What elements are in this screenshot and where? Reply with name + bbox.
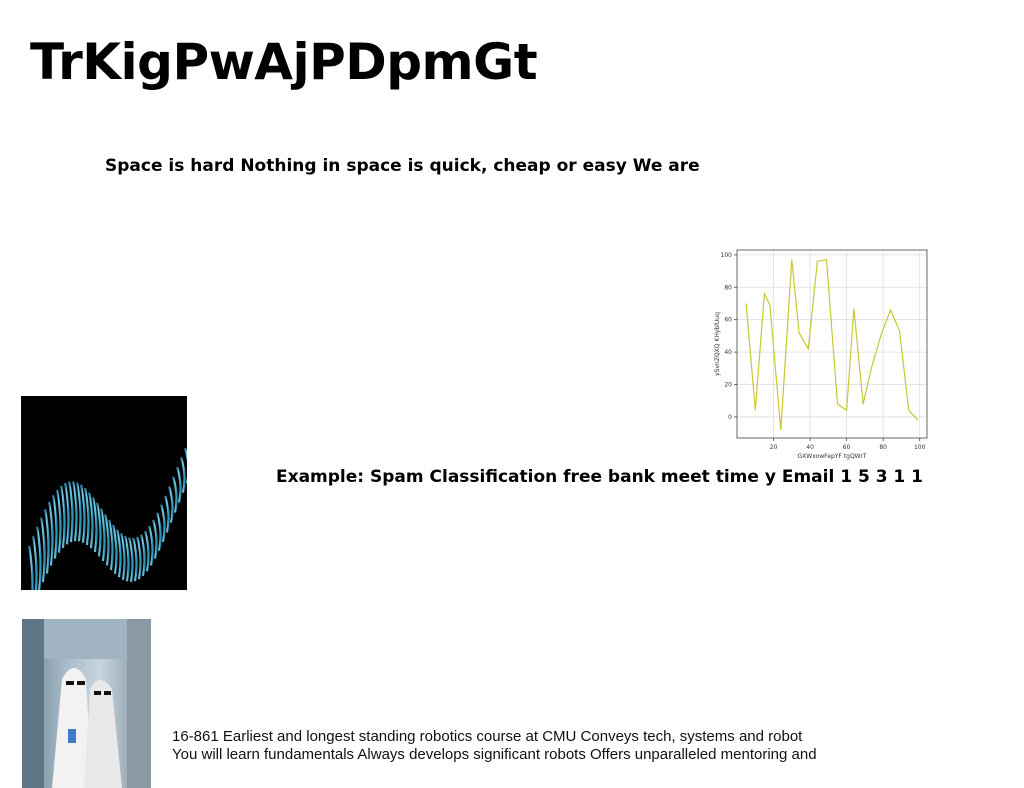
- x-tick-label: 60: [843, 444, 851, 451]
- ghost-photo: [22, 619, 151, 788]
- line-chart: 20 40 60 80 100 0 20 40 60 80 100 GXWxowFepYF tgQWr…: [705, 240, 940, 465]
- wave-stripe: [47, 501, 54, 566]
- wave-stripe: [63, 482, 70, 545]
- wave-stripe: [59, 485, 66, 549]
- body-line-2: You will learn fundamentals Always devel…: [172, 746, 817, 763]
- x-tick-label: 80: [879, 444, 887, 451]
- ghost-figures-graphic: [22, 619, 151, 788]
- wave-stripe: [135, 536, 142, 580]
- abstract-wave-graphic: [27, 447, 187, 590]
- x-tick-label: 20: [770, 444, 778, 451]
- page-title: TrKigPwAjPDpmGt: [30, 33, 538, 91]
- text-line-spam: Example: Spam Classification free bank m…: [276, 467, 924, 487]
- wave-stripe: [27, 545, 34, 590]
- text-line-space: Space is hard Nothing in space is quick,…: [105, 156, 700, 176]
- wave-stripe: [55, 489, 62, 553]
- y-tick-label: 40: [724, 349, 732, 356]
- wave-image: [21, 396, 187, 590]
- wave-stripe: [143, 530, 150, 572]
- series-line: [745, 258, 919, 430]
- wave-stripe: [139, 534, 146, 577]
- body-line-1: 16-861 Earliest and longest standing rob…: [172, 728, 803, 745]
- x-tick-label: 100: [914, 444, 926, 451]
- wave-stripe: [67, 481, 74, 543]
- y-tick-label: 20: [724, 382, 732, 389]
- y-tick-label: 60: [724, 317, 732, 324]
- y-tick-label: 100: [721, 252, 733, 259]
- body-paragraph: 16-861 Earliest and longest standing rob…: [172, 728, 817, 764]
- x-axis-label: GXWxowFepYF tgQWrT: [798, 453, 867, 460]
- plot-frame: [736, 249, 928, 439]
- line-chart-svg: 20 40 60 80 100 0 20 40 60 80 100 GXWxowFepYF tgQWr…: [714, 249, 928, 460]
- y-tick-label: 0: [728, 414, 732, 421]
- y-tick-label: 80: [724, 284, 732, 291]
- x-tick-label: 40: [806, 444, 814, 451]
- wave-stripe: [51, 495, 58, 559]
- y-axis-label: ySvnZQXQ KHyblUuq: [714, 312, 721, 376]
